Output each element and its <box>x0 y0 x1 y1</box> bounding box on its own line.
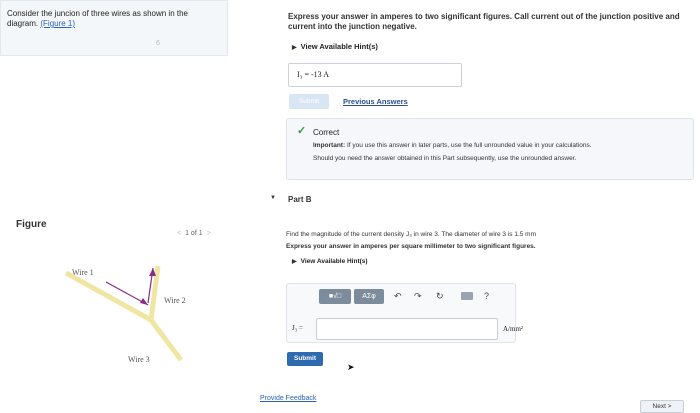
undo-icon[interactable]: ↶ <box>394 291 402 302</box>
part-b-answer-input[interactable] <box>316 318 498 340</box>
correct-title: Correct <box>313 128 340 137</box>
keyboard-icon[interactable] <box>461 292 473 300</box>
triangle-right-icon: ▶ <box>292 259 297 265</box>
pager-prev-button[interactable]: < <box>173 230 185 237</box>
part-b-hints-label: View Available Hint(s) <box>300 258 368 265</box>
part-b-question: Find the magnitude of the current densit… <box>286 231 537 238</box>
next-button[interactable]: Next > <box>640 400 684 413</box>
correct-important: Important: <box>313 142 346 149</box>
triangle-right-icon: ▶ <box>292 45 297 51</box>
wire-3-label: Wire 3 <box>128 355 150 364</box>
intro-panel: Consider the juncion of three wires as s… <box>0 0 228 56</box>
wire-1-label: Wire 1 <box>72 268 94 277</box>
correct-line2: Should you need the answer obtained in t… <box>313 155 577 162</box>
intro-text: Consider the juncion of three wires as s… <box>7 9 188 28</box>
redo-icon[interactable]: ↷ <box>414 291 422 302</box>
part-a-answer: I₃ = -13 A <box>297 70 329 79</box>
part-b-title: Part B <box>288 195 312 204</box>
part-b-collapse-icon[interactable]: ▼ <box>270 195 276 201</box>
correct-line1: If you use this answer in later parts, u… <box>345 142 592 149</box>
wire-1-arrowhead <box>140 298 148 305</box>
part-b-submit-button[interactable]: Submit <box>287 352 323 366</box>
figure-pager: <1 of 1 > <box>173 230 215 237</box>
pager-next-button[interactable]: > <box>203 230 215 237</box>
wire-1-line <box>64 270 153 323</box>
templates-button[interactable]: ■√□ <box>319 289 351 304</box>
j3-label: J₃ = <box>292 324 303 332</box>
figure-link[interactable]: (Figure 1) <box>40 19 75 28</box>
part-a-hints-label: View Available Hint(s) <box>300 42 378 51</box>
reset-icon[interactable]: ↻ <box>436 291 444 302</box>
mouse-cursor-icon: ➤ <box>347 362 355 372</box>
part-a-submit-button[interactable]: Submit <box>289 94 329 109</box>
part-a-hints-toggle[interactable]: ▶ View Available Hint(s) <box>292 42 378 51</box>
faint-digit: 6 <box>156 40 160 47</box>
part-b-hints-toggle[interactable]: ▶ View Available Hint(s) <box>292 258 368 265</box>
help-icon[interactable]: ? <box>484 291 489 301</box>
symbols-button[interactable]: AΣφ <box>354 289 384 304</box>
figure-label: Figure <box>16 219 47 230</box>
wire-diagram: Wire 1 Wire 2 Wire 3 <box>64 265 186 364</box>
part-a-instruction: Express your answer in amperes to two si… <box>288 12 680 31</box>
part-b-instruction: Express your answer in amperes per squar… <box>286 243 536 250</box>
provide-feedback-link[interactable]: Provide Feedback <box>260 395 316 402</box>
previous-answers-link[interactable]: Previous Answers <box>343 97 408 106</box>
units-label: A/mm² <box>503 325 523 333</box>
correct-body: Important: If you use this answer in lat… <box>313 139 689 165</box>
pager-text: 1 of 1 <box>185 230 203 237</box>
part-a-answer-box: I₃ = -13 A <box>288 63 462 87</box>
wire-3-line <box>149 318 183 362</box>
checkmark-icon: ✓ <box>297 125 307 137</box>
wire-2-label: Wire 2 <box>164 296 186 305</box>
